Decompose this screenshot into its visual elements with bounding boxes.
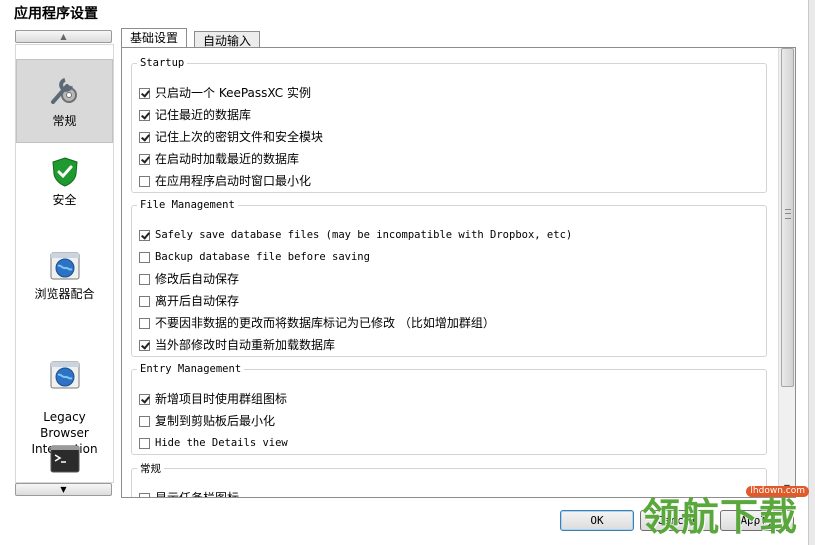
sidebar-item-label: 常规 xyxy=(52,114,77,128)
option-remember-last-databases[interactable]: 记住最近的数据库 xyxy=(139,107,251,123)
watermark-url: lhdown.com xyxy=(746,486,809,497)
checkbox[interactable] xyxy=(139,393,150,405)
ok-button[interactable]: OK xyxy=(560,510,634,531)
option-remember-key-files[interactable]: 记住上次的密钥文件和安全模块 xyxy=(139,129,323,145)
sidebar-item-security[interactable]: 安全 xyxy=(16,157,113,217)
shield-check-icon xyxy=(51,157,78,187)
option-label: 新增项目时使用群组图标 xyxy=(155,392,288,406)
checkbox[interactable] xyxy=(139,87,150,99)
checkbox[interactable] xyxy=(139,229,150,241)
option-label: 在应用程序启动时窗口最小化 xyxy=(155,174,312,188)
option-use-group-icon[interactable]: 新增项目时使用群组图标 xyxy=(139,391,287,407)
option-single-instance[interactable]: 只启动一个 KeePassXC 实例 xyxy=(139,85,311,101)
option-label: 记住最近的数据库 xyxy=(155,108,252,122)
option-backup-before-save[interactable]: Backup database file before saving xyxy=(139,249,370,265)
scroll-grip-icon xyxy=(785,209,791,219)
option-minimize-on-copy[interactable]: 复制到剪贴板后最小化 xyxy=(139,413,275,429)
option-label: Backup database file before saving xyxy=(155,251,370,263)
sidebar-scroll-down-button[interactable]: ▼ xyxy=(15,483,112,496)
sidebar-item-label: 浏览器配合 xyxy=(34,287,95,301)
checkbox[interactable] xyxy=(139,251,150,263)
option-no-modified-on-non-data[interactable]: 不要因非数据的更改而将数据库标记为已修改 （比如增加群组） xyxy=(139,315,495,331)
panel-scrollbar[interactable]: ▲ ▼ xyxy=(778,48,795,497)
option-autosave-after-change[interactable]: 修改后自动保存 xyxy=(139,271,239,287)
option-label: 记住上次的密钥文件和安全模块 xyxy=(155,130,324,144)
group-file-management: File Management Safely save database fil… xyxy=(131,199,767,357)
checkbox[interactable] xyxy=(139,295,150,307)
group-entry-management: Entry Management 新增项目时使用群组图标 复制到剪贴板后最小化 … xyxy=(131,363,767,455)
option-autosave-on-exit[interactable]: 离开后自动保存 xyxy=(139,293,239,309)
group-startup: Startup 只启动一个 KeePassXC 实例 记住最近的数据库 记住上次… xyxy=(131,57,767,193)
sidebar-scroll-up-button[interactable]: ▲ xyxy=(15,30,112,43)
option-label: 修改后自动保存 xyxy=(155,272,240,286)
option-label: 在启动时加载最近的数据库 xyxy=(155,152,300,166)
category-list: 常规 安全 浏览器配合 Legacy Browser xyxy=(15,44,114,483)
checkbox[interactable] xyxy=(139,492,150,497)
group-title: File Management xyxy=(140,199,235,211)
settings-panel: Startup 只启动一个 KeePassXC 实例 记住最近的数据库 记住上次… xyxy=(121,47,796,498)
sidebar-item-general[interactable]: 常规 xyxy=(16,59,113,143)
option-label: 不要因非数据的更改而将数据库标记为已修改 （比如增加群组） xyxy=(155,316,495,330)
checkbox[interactable] xyxy=(139,415,150,427)
category-sidebar: ▲ 常规 安全 浏览器配合 Legacy Browser ▼ xyxy=(15,30,114,496)
window-title: 应用程序设置 xyxy=(14,6,98,22)
group-title: Startup xyxy=(140,57,185,69)
sidebar-item-browser-integration[interactable]: 浏览器配合 xyxy=(16,251,113,311)
sidebar-item-legacy-browser-integration[interactable]: Legacy Browser Integration xyxy=(16,345,113,456)
checkbox[interactable] xyxy=(139,131,150,143)
group-title: Entry Management xyxy=(140,363,242,375)
group-title: 常规 xyxy=(140,463,161,475)
sidebar-item-terminal[interactable] xyxy=(16,445,113,481)
wrench-gear-icon xyxy=(50,78,77,104)
option-auto-reload[interactable]: 当外部修改时自动重新加载数据库 xyxy=(139,337,335,353)
option-label: 当外部修改时自动重新加载数据库 xyxy=(155,338,336,352)
option-show-tray-icon[interactable]: 显示任务栏图标 xyxy=(139,490,240,498)
checkbox[interactable] xyxy=(139,109,150,121)
sidebar-item-label: 安全 xyxy=(52,193,77,207)
option-label: 离开后自动保存 xyxy=(155,294,240,308)
browser-globe-icon xyxy=(50,252,79,280)
option-label: 复制到剪贴板后最小化 xyxy=(155,414,276,428)
option-open-previous-databases[interactable]: 在启动时加载最近的数据库 xyxy=(139,151,299,167)
checkbox[interactable] xyxy=(139,317,150,329)
terminal-icon xyxy=(50,445,79,473)
checkbox[interactable] xyxy=(139,339,150,351)
option-label: 显示任务栏图标 xyxy=(155,491,240,498)
scroll-thumb[interactable] xyxy=(781,48,794,387)
checkbox[interactable] xyxy=(139,153,150,165)
option-hide-details-view[interactable]: Hide the Details view xyxy=(139,435,288,451)
checkbox[interactable] xyxy=(139,175,150,187)
option-safe-save[interactable]: Safely save database files (may be incom… xyxy=(139,227,572,243)
watermark: 领航下载 lhdown.com xyxy=(638,486,815,545)
window-right-edge xyxy=(808,0,815,545)
legacy-browser-globe-icon xyxy=(50,361,79,389)
option-label: Hide the Details view xyxy=(155,437,288,449)
option-label: Safely save database files (may be incom… xyxy=(155,229,573,241)
tab-basic-settings[interactable]: 基础设置 xyxy=(121,28,188,49)
option-label: 只启动一个 KeePassXC 实例 xyxy=(155,86,311,100)
option-minimize-on-startup[interactable]: 在应用程序启动时窗口最小化 xyxy=(139,173,311,189)
checkbox[interactable] xyxy=(139,273,150,285)
checkbox[interactable] xyxy=(139,437,150,449)
